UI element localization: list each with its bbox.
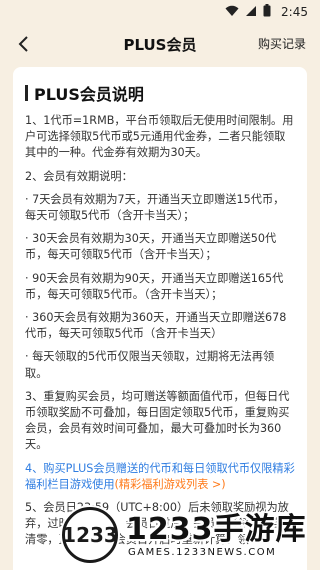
watermark-logo: 1233: [62, 507, 118, 563]
rule-2-item-7day: · 7天会员有效期为7天，开通当天立即赠送15代币，每天可领取5代币（含开卡当天…: [25, 192, 285, 223]
card-title-text: PLUS会员说明: [34, 85, 144, 104]
battery-icon: [263, 4, 271, 20]
plus-info-card: PLUS会员说明 1、1代币=1RMB，平台币领取后无使用时间限制。用户可选择领…: [13, 67, 307, 570]
rule-4: 4、购买PLUS会员赠送的代币和每日领取代币仅限精彩福利栏目游戏使用(精彩福利游…: [25, 461, 295, 493]
wifi-icon: [225, 5, 239, 20]
rule-2-item-daily: · 每天领取的5代币仅限当天领取，过期将无法再领取。: [25, 350, 275, 380]
nav-bar: PLUS会员 购买记录: [0, 24, 320, 64]
welfare-game-list-link[interactable]: (精彩福利游戏列表 >): [115, 478, 226, 491]
card-title: PLUS会员说明: [25, 81, 295, 105]
title-accent-bar: [25, 85, 28, 101]
rule-2-item-90day: · 90天会员有效期为90天，开通当天立即赠送165代币，每天可领取5代币。（含…: [25, 271, 284, 301]
signal-icon: [245, 5, 257, 20]
rule-1: 1、1代币=1RMB，平台币领取后无使用时间限制。用户可选择领取5代币或5元通用…: [25, 114, 294, 160]
watermark: 1233 1233手游库 GAMES.1233NEWS.COM: [62, 505, 312, 565]
purchase-history-link[interactable]: 购买记录: [258, 35, 306, 52]
rule-2-heading: 2、会员有效期说明：: [25, 169, 133, 183]
watermark-title: 1233手游库: [126, 511, 307, 547]
rule-3: 3、重复购买会员，均可赠送等额面值代币，但每日代币领取奖励不可叠加，每日固定领取…: [25, 389, 290, 452]
status-time: 2:45: [281, 5, 308, 19]
back-button[interactable]: [12, 32, 36, 56]
status-bar: 2:45: [0, 0, 320, 24]
page-title: PLUS会员: [123, 35, 197, 54]
chevron-left-icon: [18, 36, 28, 52]
rule-2-item-30day: · 30天会员有效期为30天，开通当天立即赠送50代币，每天可领取5代币（含开卡…: [25, 232, 277, 262]
card-body: 1、1代币=1RMB，平台币领取后无使用时间限制。用户可选择领取5代币或5元通用…: [25, 113, 295, 549]
watermark-text: 1233手游库 GAMES.1233NEWS.COM: [126, 511, 307, 558]
rule-2-item-360day: · 360天会员有效期为360天，开通当天立即赠送678代币，每天可领取5代币（…: [25, 311, 287, 341]
watermark-url: GAMES.1233NEWS.COM: [126, 546, 307, 558]
